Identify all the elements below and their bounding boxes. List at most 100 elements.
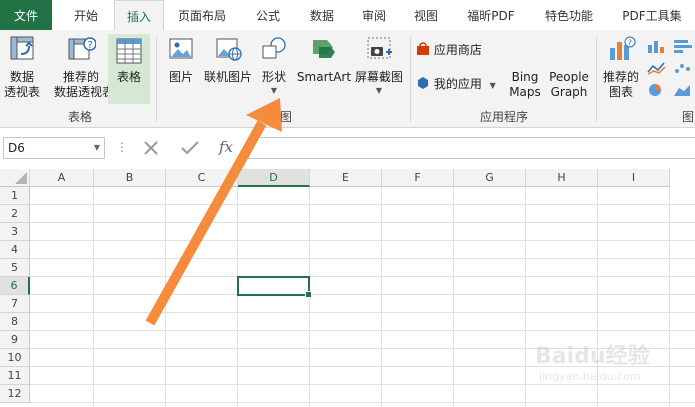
group-label-illustrations: 插图: [267, 110, 292, 124]
row-header-9[interactable]: 9: [0, 331, 30, 349]
pivot-table-label-2: 透视表: [3, 85, 40, 99]
tab-view[interactable]: 视图: [402, 0, 450, 30]
smartart-icon: [313, 40, 335, 58]
screenshot-button[interactable]: 屏幕截图 ▼: [352, 34, 406, 97]
my-apps-button[interactable]: 我的应用 ▼: [416, 76, 506, 93]
watermark-url: jingyan.baidu.com: [539, 370, 641, 383]
row-header-3[interactable]: 3: [0, 223, 30, 241]
row-header-4[interactable]: 4: [0, 241, 30, 259]
name-box-dropdown-icon[interactable]: ▼: [94, 138, 100, 158]
bing-maps-label-1: Bing: [511, 70, 539, 84]
online-pictures-label: 联机图片: [203, 70, 252, 84]
row-header-7[interactable]: 7: [0, 295, 30, 313]
enter-check-icon[interactable]: [180, 140, 200, 156]
name-box-value: D6: [8, 141, 25, 155]
smartart-label: SmartArt: [296, 70, 352, 84]
column-header-F[interactable]: F: [382, 169, 454, 187]
pivot-table-button[interactable]: 数据 透视表: [2, 34, 42, 100]
recommended-pivot-icon: ?: [68, 37, 96, 60]
column-chart-icon[interactable]: [646, 38, 668, 54]
svg-text:?: ?: [88, 40, 93, 51]
tab-home[interactable]: 开始: [60, 0, 112, 30]
shapes-button[interactable]: 形状 ▼: [256, 34, 292, 97]
watermark-brand: Baidu经验: [535, 344, 650, 369]
shapes-label: 形状: [261, 70, 286, 84]
column-header-G[interactable]: G: [454, 169, 526, 187]
row-header-11[interactable]: 11: [0, 367, 30, 385]
recommended-charts-label-1: 推荐的: [602, 70, 639, 84]
pie-chart-icon[interactable]: [646, 82, 668, 98]
column-header-D[interactable]: D: [238, 169, 310, 187]
table-label: 表格: [116, 70, 141, 84]
smartart-button[interactable]: SmartArt: [296, 34, 352, 85]
group-label-apps: 应用程序: [479, 110, 528, 124]
line-chart-icon[interactable]: [646, 60, 668, 76]
pivot-table-icon: [10, 36, 34, 60]
online-pictures-button[interactable]: 联机图片: [202, 34, 254, 85]
screenshot-dropdown-icon[interactable]: ▼: [352, 85, 406, 97]
pictures-label: 图片: [168, 70, 193, 84]
svg-text:?: ?: [628, 39, 632, 48]
store-icon: [417, 42, 429, 55]
scatter-chart-icon[interactable]: [672, 60, 694, 76]
vertical-dots-icon: ⋮: [116, 140, 128, 154]
column-header-H[interactable]: H: [526, 169, 598, 187]
row-header-10[interactable]: 10: [0, 349, 30, 367]
row-header-5[interactable]: 5: [0, 259, 30, 277]
tab-foxit-pdf[interactable]: 福昕PDF: [458, 0, 524, 30]
ribbon-insert: 数据 透视表 ? 推荐的 数据透视表 表格 表格 图片 联机图片 形状 ▼ Sm…: [0, 30, 695, 128]
tab-insert[interactable]: 插入: [114, 0, 164, 31]
tab-pdf-tools[interactable]: PDF工具集: [614, 0, 690, 30]
recommended-charts-button[interactable]: ? 推荐的 图表: [600, 34, 642, 100]
column-header-C[interactable]: C: [166, 169, 238, 187]
baidu-watermark: Baidu经验 jingyan.baidu.com: [535, 338, 685, 398]
my-apps-label: 我的应用: [433, 77, 482, 91]
row-header-6[interactable]: 6: [0, 277, 30, 295]
tab-data[interactable]: 数据: [298, 0, 346, 30]
column-header-A[interactable]: A: [30, 169, 94, 187]
my-apps-dropdown-icon[interactable]: ▼: [490, 81, 496, 90]
my-apps-icon: [418, 77, 428, 89]
table-icon: [116, 38, 142, 64]
recommended-pivot-button[interactable]: ? 推荐的 数据透视表: [54, 34, 114, 100]
name-box[interactable]: D6 ▼: [3, 137, 105, 159]
row-header-12[interactable]: 12: [0, 385, 30, 403]
group-separator: [410, 36, 411, 122]
group-separator: [156, 36, 157, 122]
pictures-button[interactable]: 图片: [162, 34, 200, 85]
bing-maps-button[interactable]: Bing Maps: [506, 70, 544, 100]
area-chart-icon[interactable]: [672, 82, 694, 98]
row-header-2[interactable]: 2: [0, 205, 30, 223]
people-graph-button[interactable]: People Graph: [546, 70, 592, 100]
group-label-charts: 图: [682, 110, 694, 124]
bar-chart-icon[interactable]: [672, 38, 694, 54]
tab-file[interactable]: 文件: [0, 0, 52, 30]
table-button[interactable]: 表格: [108, 34, 150, 104]
app-store-label: 应用商店: [433, 43, 482, 57]
people-graph-label-1: People: [549, 70, 589, 84]
column-header-E[interactable]: E: [310, 169, 382, 187]
row-header-1[interactable]: 1: [0, 187, 30, 205]
shapes-icon: [262, 37, 286, 59]
group-separator: [596, 36, 597, 122]
column-header-B[interactable]: B: [94, 169, 166, 187]
selected-cell[interactable]: [237, 276, 312, 298]
tab-special-features[interactable]: 特色功能: [534, 0, 604, 30]
online-picture-icon: [216, 38, 242, 61]
tab-page-layout[interactable]: 页面布局: [170, 0, 234, 30]
column-header-I[interactable]: I: [598, 169, 670, 187]
app-store-button[interactable]: 应用商店: [416, 42, 506, 58]
formula-bar: D6 ▼ ⋮ fx: [0, 135, 695, 161]
tab-review[interactable]: 审阅: [350, 0, 398, 30]
fill-handle[interactable]: [305, 291, 312, 298]
screenshot-icon: [367, 37, 392, 59]
people-graph-label-2: Graph: [550, 85, 588, 99]
cancel-icon[interactable]: [142, 140, 160, 156]
insert-function-icon[interactable]: fx: [219, 138, 233, 156]
shapes-dropdown-icon[interactable]: ▼: [256, 85, 292, 97]
tab-formulas[interactable]: 公式: [244, 0, 292, 30]
recommended-charts-icon: ?: [610, 36, 636, 60]
formula-input[interactable]: [248, 137, 695, 159]
group-label-tables: 表格: [67, 110, 92, 124]
row-header-8[interactable]: 8: [0, 313, 30, 331]
